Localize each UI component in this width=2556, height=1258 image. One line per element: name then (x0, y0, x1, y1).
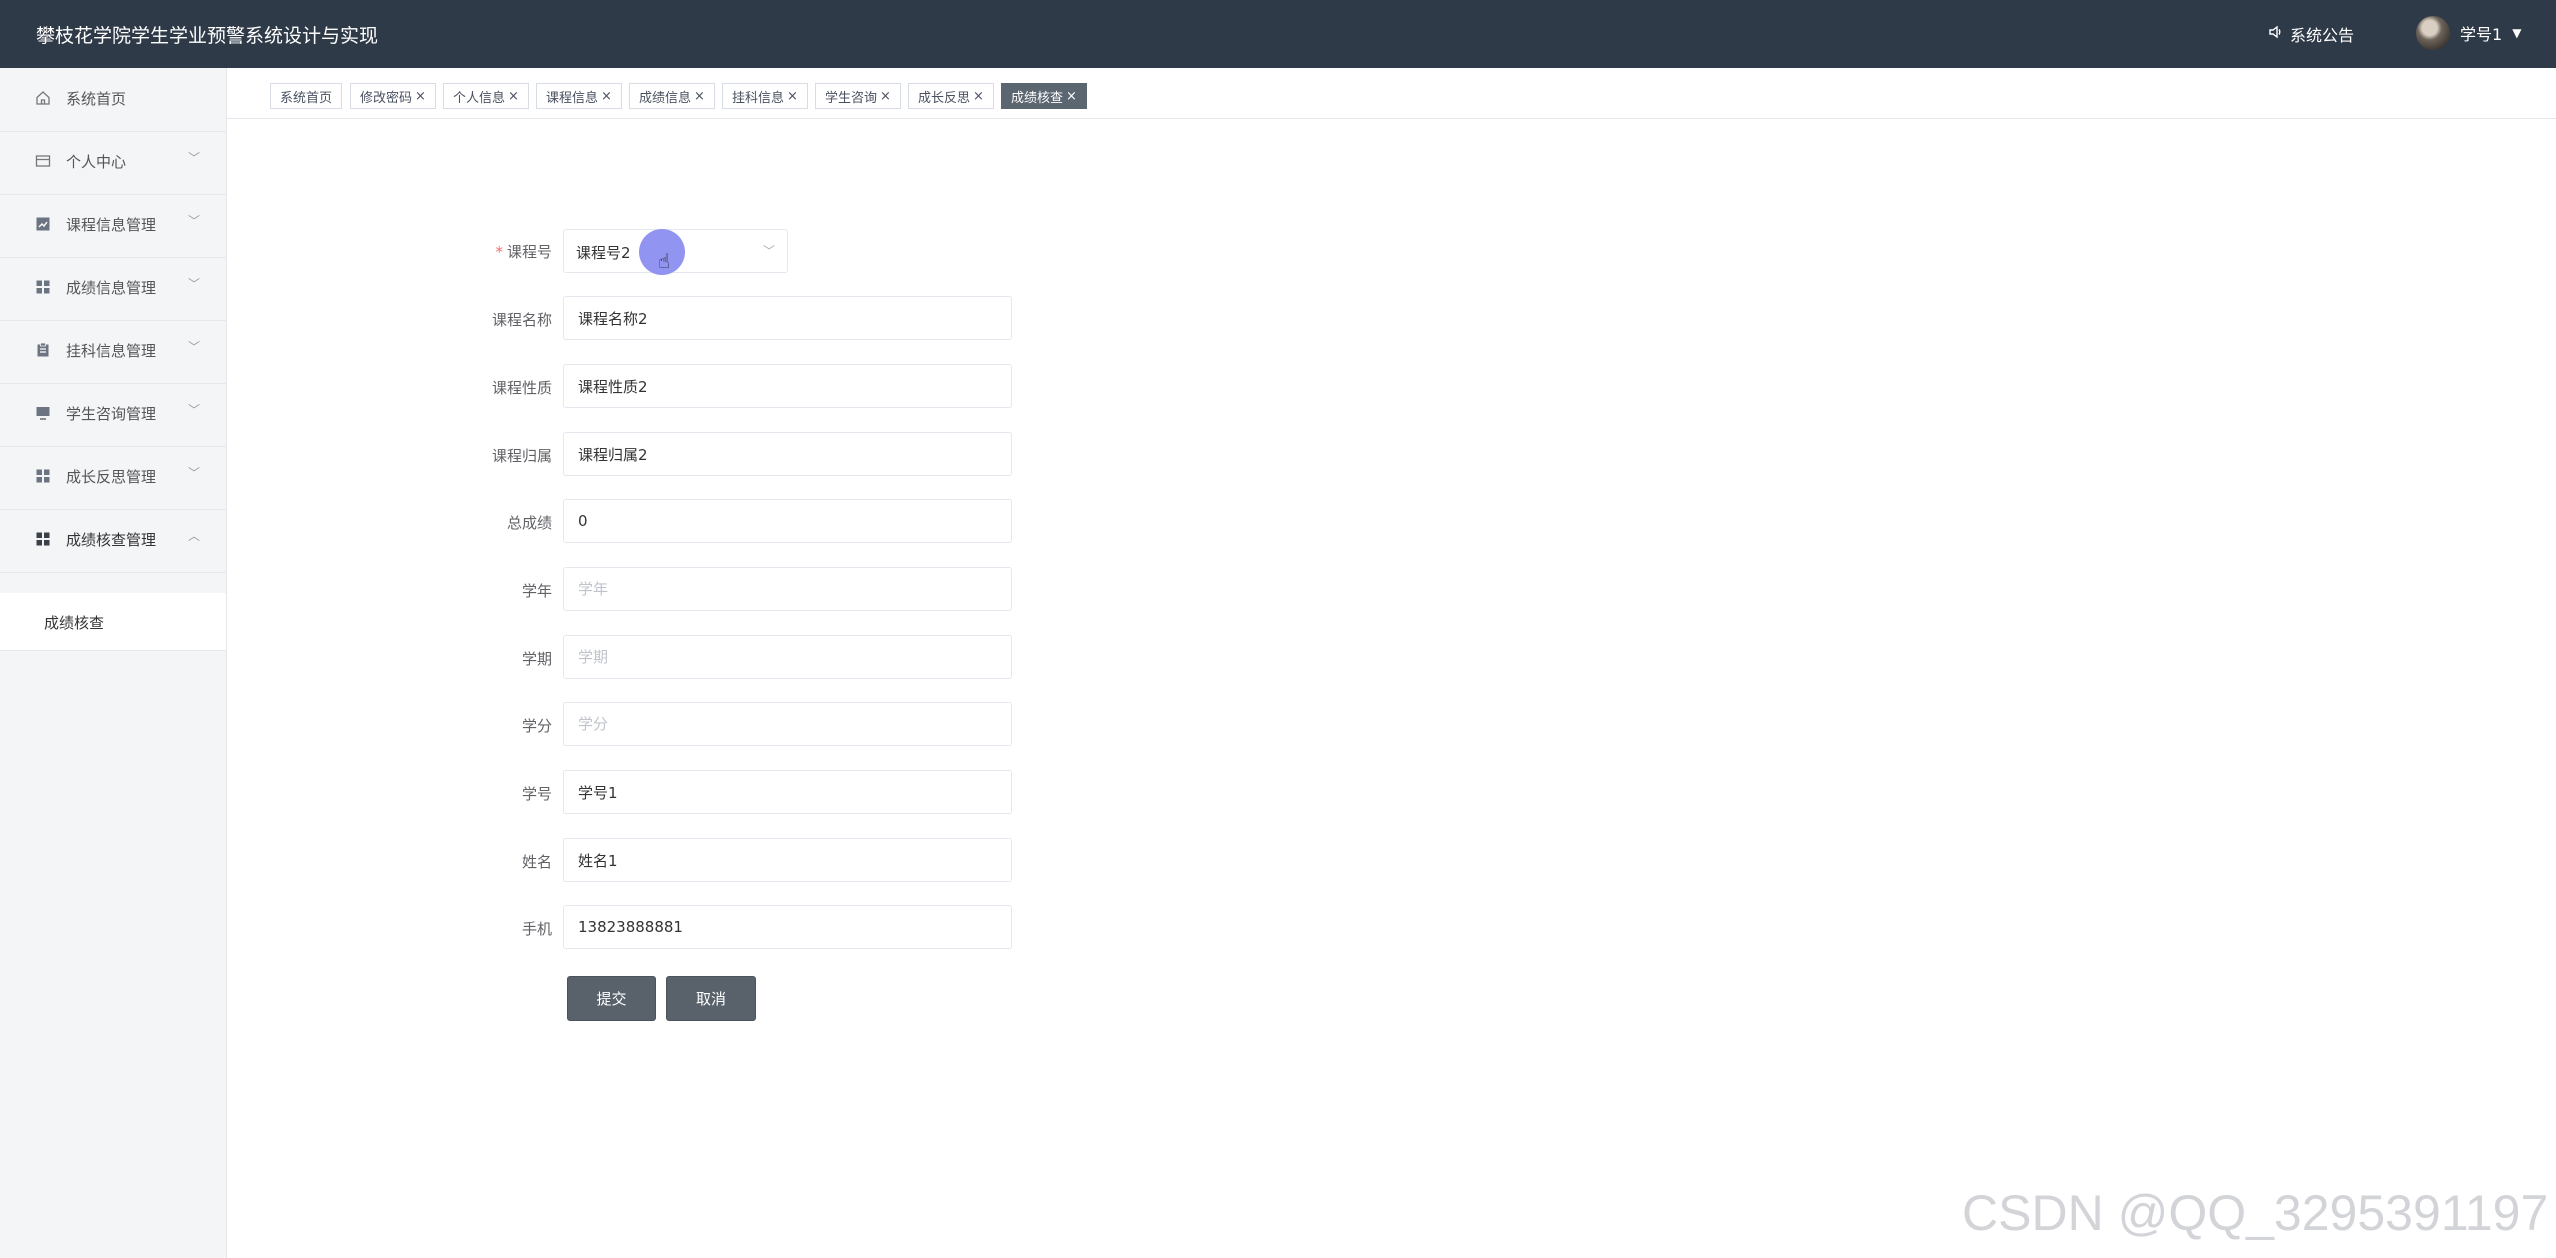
sidebar-subitem-score-check[interactable]: 成绩核查 (0, 593, 226, 651)
semester-label: 学期 (521, 650, 552, 668)
school-year-input[interactable] (563, 567, 1012, 611)
close-icon[interactable]: × (508, 89, 519, 104)
chart-icon (34, 215, 52, 233)
sidebar-item-reflection-management[interactable]: 成长反思管理 ﹀ (0, 446, 226, 510)
tab-failed-info[interactable]: 挂科信息 × (722, 83, 808, 109)
tab-label: 个人信息 (453, 90, 506, 106)
watermark: CSDN @QQ_3295391197 (1962, 1185, 2549, 1241)
close-icon[interactable]: × (880, 89, 891, 104)
school-year-label: 学年 (521, 582, 552, 600)
sidebar-item-score-check-management[interactable]: 成绩核查管理 ︿ (0, 509, 226, 573)
close-icon[interactable]: × (415, 89, 426, 104)
course-no-label: * 课程号 (495, 241, 552, 262)
chevron-down-icon: ﹀ (762, 244, 775, 258)
sidebar-subitem-label: 成绩核查 (44, 614, 105, 632)
course-type-label: 课程性质 (491, 379, 552, 397)
tab-label: 成绩信息 (639, 90, 692, 106)
close-icon[interactable]: × (787, 89, 798, 104)
close-icon[interactable]: × (694, 89, 705, 104)
id-card-icon (34, 152, 52, 170)
chevron-down-icon: ﹀ (188, 403, 201, 417)
sidebar-item-score-management[interactable]: 成绩信息管理 ﹀ (0, 257, 226, 321)
sidebar-item-course-management[interactable]: 课程信息管理 ﹀ (0, 194, 226, 258)
sidebar-item-label: 成绩信息管理 (66, 279, 157, 297)
sidebar-item-label: 成长反思管理 (66, 468, 157, 486)
clipboard-icon (34, 341, 52, 359)
system-notice-label: 系统公告 (2290, 26, 2355, 45)
tab-label: 修改密码 (360, 90, 413, 106)
student-no-label: 学号 (521, 785, 552, 803)
chevron-up-icon: ︿ (188, 529, 201, 543)
close-icon[interactable]: × (601, 89, 612, 104)
required-mark: * (495, 243, 503, 261)
grid-icon (34, 467, 52, 485)
student-name-label: 姓名 (521, 853, 552, 871)
sidebar-item-home[interactable]: 系统首页 (0, 68, 226, 132)
home-icon (34, 89, 52, 107)
chevron-down-icon: ﹀ (188, 277, 201, 291)
total-score-label: 总成绩 (506, 514, 552, 532)
close-icon[interactable]: × (1066, 89, 1077, 104)
sidebar-item-label: 系统首页 (66, 90, 127, 108)
sidebar-item-label: 学生咨询管理 (66, 405, 157, 423)
phone-input[interactable] (563, 905, 1012, 949)
sidebar-item-label: 课程信息管理 (66, 216, 157, 234)
close-icon[interactable]: × (973, 89, 984, 104)
credit-input[interactable] (563, 702, 1012, 746)
tab-score-check[interactable]: 成绩核查 × (1001, 83, 1087, 109)
grid-icon (34, 278, 52, 296)
course-owner-label: 课程归属 (491, 447, 552, 465)
speaker-icon (2268, 24, 2284, 44)
chevron-down-icon: ﹀ (188, 340, 201, 354)
total-score-input[interactable] (563, 499, 1012, 543)
phone-label: 手机 (521, 920, 552, 938)
tab-label: 系统首页 (280, 90, 333, 106)
tab-student-consult[interactable]: 学生咨询 × (815, 83, 901, 109)
sidebar: 系统首页 个人中心 ﹀ 课程信息管理 ﹀ 成绩信息管理 ﹀ 挂科信息管理 ﹀ 学… (0, 68, 227, 1258)
course-no-select-value: 课程号2 (576, 244, 631, 262)
avatar (2416, 16, 2450, 50)
chevron-down-icon: ﹀ (188, 214, 201, 228)
tab-label: 课程信息 (546, 90, 599, 106)
sidebar-item-consult-management[interactable]: 学生咨询管理 ﹀ (0, 383, 226, 447)
cancel-button[interactable]: 取消 (666, 976, 756, 1021)
tab-course-info[interactable]: 课程信息 × (536, 83, 622, 109)
course-name-label: 课程名称 (491, 311, 552, 329)
tab-home[interactable]: 系统首页 (270, 83, 343, 109)
tab-personal-info[interactable]: 个人信息 × (443, 83, 529, 109)
chevron-down-icon: ﹀ (188, 466, 201, 480)
tab-label: 学生咨询 (825, 90, 878, 106)
sidebar-item-label: 个人中心 (66, 153, 127, 171)
sidebar-item-label: 成绩核查管理 (66, 531, 157, 549)
chevron-down-icon: ﹀ (188, 151, 201, 165)
sidebar-item-label: 挂科信息管理 (66, 342, 157, 360)
course-type-input[interactable] (563, 364, 1012, 408)
course-owner-input[interactable] (563, 432, 1012, 476)
course-no-label-text: 课程号 (506, 243, 552, 261)
tab-label: 挂科信息 (732, 90, 785, 106)
student-name-input[interactable] (563, 838, 1012, 882)
sidebar-item-failed-course-management[interactable]: 挂科信息管理 ﹀ (0, 320, 226, 384)
tab-growth-reflection[interactable]: 成长反思 × (908, 83, 994, 109)
app-title: 攀枝花学院学生学业预警系统设计与实现 (36, 25, 379, 47)
user-name: 学号1 (2460, 25, 2503, 44)
semester-input[interactable] (563, 635, 1012, 679)
course-name-input[interactable] (563, 296, 1012, 340)
tabs-bar: 系统首页 修改密码 × 个人信息 × 课程信息 × 成绩信息 × 挂科信息 × 学生咨询 ×… (226, 68, 2556, 119)
system-notice-button[interactable]: 系统公告 (2268, 22, 2354, 46)
tab-change-password[interactable]: 修改密码 × (350, 83, 436, 109)
user-menu[interactable]: 学号1 ▼ (2416, 16, 2521, 50)
monitor-icon (34, 404, 52, 422)
sidebar-item-personal-center[interactable]: 个人中心 ﹀ (0, 131, 226, 195)
submit-button[interactable]: 提交 (567, 976, 656, 1021)
grid-icon (34, 530, 52, 548)
tab-label: 成绩核查 (1011, 90, 1064, 106)
top-bar: 攀枝花学院学生学业预警系统设计与实现 系统公告 学号1 ▼ (0, 0, 2556, 68)
student-no-input[interactable] (563, 770, 1012, 814)
hand-pointer-icon: ☝ (658, 249, 671, 273)
tab-score-info[interactable]: 成绩信息 × (629, 83, 715, 109)
credit-label: 学分 (521, 717, 552, 735)
tab-label: 成长反思 (918, 90, 971, 106)
caret-down-icon: ▼ (2512, 26, 2522, 40)
